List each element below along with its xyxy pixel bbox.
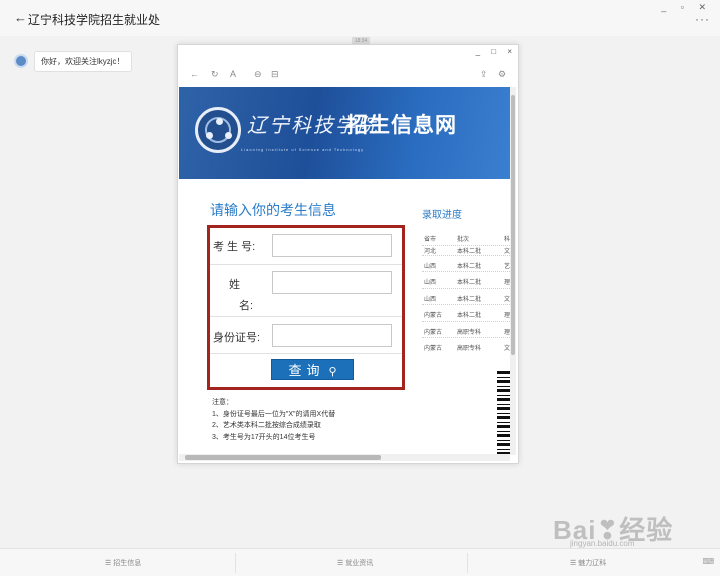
- table-row: 内蒙古 本科二批 理: [422, 305, 510, 322]
- table-row: 内蒙古 高职专科 理: [422, 322, 510, 338]
- header-cell: 省市: [424, 237, 437, 243]
- title-bar: ← 辽宁科技学院招生就业处 _ ▫ ✕ ···: [0, 0, 720, 36]
- browser-window-controls: _ □ ×: [467, 47, 512, 56]
- table-cell: 山西: [424, 280, 437, 286]
- table-cell: 本科二批: [457, 313, 482, 319]
- query-button[interactable]: 查询 ⚲: [271, 359, 354, 380]
- menu-charm-lkxy[interactable]: ☰ 魅力辽科: [570, 558, 606, 568]
- table-row: 山西 本科二批 文: [422, 289, 510, 305]
- back-arrow-icon[interactable]: ←: [14, 10, 27, 25]
- horizontal-scrollbar[interactable]: [179, 454, 510, 461]
- browser-window: _ □ × ← ↻ A ⊖ ⊟ ⇪ ⚙ 辽宁科技学院 招生信息网 Liaonin…: [177, 44, 519, 464]
- refresh-icon[interactable]: ↻: [211, 69, 219, 80]
- exam-no-input[interactable]: [272, 234, 392, 257]
- name-label-part2: 名:: [239, 300, 254, 312]
- id-no-input[interactable]: [272, 324, 392, 347]
- table-header: 省市 批次 科: [422, 229, 510, 246]
- table-row: 山西 本科二批 理: [422, 272, 510, 289]
- site-name: 招生信息网: [347, 114, 457, 137]
- name-input[interactable]: [272, 271, 392, 294]
- table-cell: 本科二批: [457, 280, 482, 286]
- more-menu-icon[interactable]: ···: [695, 12, 710, 26]
- open-in-browser-icon[interactable]: ⊟: [271, 69, 279, 80]
- school-english-name: Liaoning Institute of Science and Techno…: [241, 147, 365, 152]
- notes-title: 注意：: [212, 399, 233, 406]
- app-title: 辽宁科技学院招生就业处: [28, 13, 161, 27]
- settings-icon[interactable]: ⚙: [498, 69, 506, 80]
- form-divider: [210, 264, 402, 265]
- table-cell: 内蒙古: [424, 329, 443, 336]
- note-item: 1、身份证号最后一位为"X"的请用X代替: [212, 410, 336, 418]
- table-cell: 高职专科: [457, 346, 482, 352]
- exam-no-label: 考 生 号:: [213, 241, 256, 253]
- qr-code-image: [497, 370, 510, 455]
- table-cell: 本科二批: [457, 263, 482, 270]
- share-icon[interactable]: ⇪: [480, 69, 488, 80]
- form-divider: [210, 353, 402, 354]
- table-cell: 高职专科: [457, 329, 482, 336]
- table-row: 内蒙古 高职专科 文: [422, 338, 510, 355]
- minimize-button[interactable]: _: [476, 47, 480, 56]
- progress-table: 省市 批次 科 河北 本科二批 文 山西 本科二批 艺 山西 本科二批 理 山西: [422, 229, 510, 355]
- back-icon[interactable]: ←: [190, 69, 199, 79]
- notes: 注意： 1、身份证号最后一位为"X"的请用X代替 2、艺术类本科二批按综合成绩录…: [212, 397, 335, 443]
- table-row: 河北 本科二批 文: [422, 246, 510, 256]
- vertical-scrollbar[interactable]: [510, 87, 516, 455]
- name-label-part1: 姓: [229, 279, 240, 291]
- copy-link-icon[interactable]: ⊖: [254, 69, 262, 80]
- menu-divider: [467, 553, 468, 573]
- form-divider: [210, 316, 402, 317]
- font-size-icon[interactable]: A: [230, 69, 236, 79]
- maximize-button[interactable]: □: [491, 47, 496, 56]
- keyboard-icon[interactable]: ⌨: [702, 557, 714, 566]
- web-page: 辽宁科技学院 招生信息网 Liaoning Institute of Scien…: [179, 87, 510, 455]
- table-cell: 本科二批: [457, 296, 482, 303]
- horizontal-scroll-thumb[interactable]: [185, 455, 381, 460]
- query-button-label: 查询: [288, 363, 325, 378]
- table-cell: 山西: [424, 263, 437, 270]
- progress-title: 录取进度: [422, 210, 462, 221]
- table-cell: 山西: [424, 296, 437, 303]
- header-cell: 批次: [457, 237, 470, 243]
- id-no-label: 身份证号:: [213, 332, 261, 344]
- note-item: 2、艺术类本科二批按综合成绩录取: [212, 422, 321, 429]
- account-avatar[interactable]: [14, 54, 28, 68]
- baidu-watermark-url: jingyan.baidu.com: [570, 539, 635, 548]
- table-cell: 内蒙古: [424, 313, 443, 319]
- vertical-scroll-thumb[interactable]: [511, 95, 515, 355]
- bottom-menu: ☰ 招生信息 ☰ 就业资讯 ☰ 魅力辽科 ⌨: [0, 548, 720, 576]
- table-cell: 内蒙古: [424, 346, 443, 352]
- school-logo-icon: [195, 107, 241, 153]
- table-cell: 本科二批: [457, 248, 482, 255]
- menu-employment-news[interactable]: ☰ 就业资讯: [337, 558, 373, 568]
- form-heading: 请输入你的考生信息: [210, 202, 336, 218]
- site-banner: 辽宁科技学院 招生信息网 Liaoning Institute of Scien…: [179, 87, 510, 179]
- welcome-message: 你好，欢迎关注lkyzjc！: [34, 51, 132, 72]
- table-row: 山西 本科二批 艺: [422, 256, 510, 272]
- menu-admissions-info[interactable]: ☰ 招生信息: [105, 558, 141, 568]
- menu-divider: [235, 553, 236, 573]
- close-button[interactable]: ×: [507, 47, 512, 56]
- table-cell: 河北: [424, 248, 437, 255]
- note-item: 3、考生号为17开头的14位考生号: [212, 433, 316, 441]
- search-icon: ⚲: [328, 366, 337, 378]
- browser-toolbar: ← ↻ A ⊖ ⊟ ⇪ ⚙: [178, 65, 518, 87]
